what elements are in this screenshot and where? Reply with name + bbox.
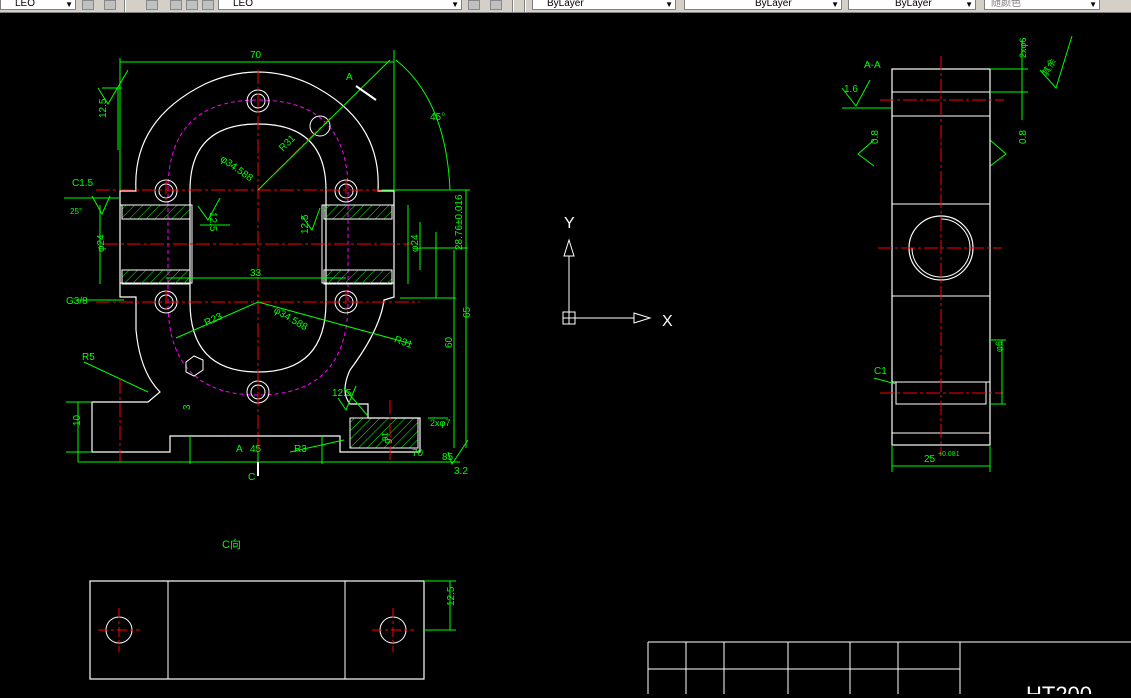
label-c: C <box>248 472 255 483</box>
label-angle-25: 25° <box>70 207 82 216</box>
layers-icon[interactable] <box>146 0 158 10</box>
layer-name-value: LEO <box>233 0 254 9</box>
chevron-down-icon: ▼ <box>451 0 459 9</box>
hex-nut <box>185 355 204 377</box>
roughness-mid-label: 12.5 <box>300 214 311 234</box>
dim-r5: R5 <box>82 352 95 363</box>
section-label: A-A <box>864 60 881 71</box>
section-roughness-top: 1.6 <box>844 84 858 95</box>
title-block-material: HT200 <box>1026 682 1092 694</box>
section-arrow <box>355 85 377 101</box>
section-rest-label: 其余 <box>1039 56 1058 77</box>
hatch-left-bottom <box>121 269 191 285</box>
cad-drawing[interactable]: 70 12.5 A 45° φ34.588 R31 C1.5 25° φ24 φ… <box>0 13 1131 698</box>
chevron-down-icon: ▼ <box>965 0 973 9</box>
chevron-down-icon: ▼ <box>1089 0 1097 9</box>
bottom-view-title: C向 <box>222 537 241 551</box>
dim-85: 85 <box>442 452 454 463</box>
layer-dropdown[interactable]: LEO ▼ <box>0 0 76 10</box>
dim-r23: R23 <box>203 311 225 329</box>
center-lines <box>96 70 420 462</box>
hatch-right-bottom <box>323 269 393 285</box>
bolt-hole <box>309 115 331 137</box>
layer-value: LEO <box>15 0 36 9</box>
lock-icon[interactable] <box>202 0 214 10</box>
dim-top-width: 70 <box>250 50 262 61</box>
color-dropdown[interactable]: ByLayer ▼ <box>532 0 676 10</box>
bottom-view-dim: 12.5 <box>446 586 457 606</box>
dim-bore-left: φ24 <box>96 234 107 252</box>
dim-bolt-circle: φ34.588 <box>218 154 255 185</box>
dim-height-tol: 28.76±0.016 <box>454 194 465 250</box>
roughness-base-label: 12.5 <box>332 388 352 399</box>
dim-height-65: 65 <box>462 306 473 318</box>
title-block: HT200 <box>647 641 1131 698</box>
hatch-right-top <box>323 204 393 220</box>
linetype-value: ByLayer <box>755 0 792 9</box>
linetype-dropdown[interactable]: ByLayer ▼ <box>684 0 842 10</box>
layer-previous-icon[interactable] <box>82 0 94 10</box>
section-2xphi6: 2xφ6 <box>1018 38 1028 58</box>
ucs-x-label: X <box>662 313 673 330</box>
dim-slot: 2xφ7 <box>430 418 450 428</box>
dim-left-height: 12.5 <box>98 98 109 118</box>
dim-3: 3 <box>182 404 193 410</box>
dim-bolt-circle-2: φ34.588 <box>272 305 310 333</box>
ucs-y-label: Y <box>564 215 575 232</box>
layer-states-icon[interactable] <box>490 0 502 10</box>
dim-70-bottom: 70 <box>412 448 424 459</box>
drawing-canvas[interactable]: 70 12.5 A 45° φ34.588 R31 C1.5 25° φ24 φ… <box>0 13 1131 698</box>
dim-height-60: 60 <box>444 336 455 348</box>
plotstyle-dropdown[interactable]: 随颜色 ▼ <box>984 0 1100 10</box>
label-chamfer: C1.5 <box>72 178 94 189</box>
dim-16: 16 <box>380 432 389 441</box>
label-a-bottom: A <box>236 444 243 455</box>
lineweight-value: ByLayer <box>895 0 932 9</box>
dim-angle: 45° <box>430 112 445 123</box>
chevron-down-icon: ▼ <box>665 0 673 9</box>
toolbar-separator <box>124 0 126 12</box>
dim-bore-right: φ24 <box>410 234 421 252</box>
hatch-left-top <box>121 204 191 220</box>
make-current-icon[interactable] <box>468 0 480 10</box>
ucs-icon: Y X <box>562 215 673 330</box>
color-value: ByLayer <box>547 0 584 9</box>
roughness-marks <box>91 35 1073 466</box>
bottom-view: C向 12.5 <box>89 537 457 680</box>
section-chamfer: C1 <box>874 366 887 377</box>
section-roughness-right: 0.8 <box>1018 130 1029 144</box>
chevron-down-icon: ▼ <box>831 0 839 9</box>
section-roughness-left: 0.8 <box>870 130 881 144</box>
dim-base-10: 10 <box>72 414 83 426</box>
plotstyle-value: 随颜色 <box>991 0 1021 9</box>
toolbar-separator <box>524 0 526 12</box>
section-view: A-A 1.6 2xφ6 其余 0.8 0.8 φ6 C1 25 +0.081 <box>842 38 1058 472</box>
dimension-lines <box>64 50 470 470</box>
roughness-bottom-label: 3.2 <box>454 466 468 477</box>
dim-r3: R3 <box>294 444 307 455</box>
roughness-top-label: 12.5 <box>207 212 218 232</box>
layer-name-dropdown[interactable]: LEO ▼ <box>218 0 462 10</box>
dim-r31-top: R31 <box>277 133 298 154</box>
properties-toolbar: LEO ▼ LEO ▼ ByLayer ▼ ByLayer ▼ ByLayer ▼ 随颜色… <box>0 0 1131 13</box>
section-width-tol: +0.081 <box>938 451 960 458</box>
label-section-a: A <box>346 72 353 83</box>
dim-center-spacing: 33 <box>250 268 262 279</box>
section-side-dim: φ6 <box>994 341 1004 352</box>
section-width: 25 <box>924 454 936 465</box>
chevron-down-icon: ▼ <box>65 0 73 9</box>
lineweight-dropdown[interactable]: ByLayer ▼ <box>848 0 976 10</box>
dim-45: 45 <box>250 444 262 455</box>
toolbar-separator <box>512 0 514 12</box>
label-thread: G3/8 <box>66 296 88 307</box>
main-view: 70 12.5 A 45° φ34.588 R31 C1.5 25° φ24 φ… <box>64 35 1073 483</box>
sun-icon[interactable] <box>186 0 198 10</box>
dim-r31-bottom: R31 <box>393 334 414 351</box>
layer-manager-icon[interactable] <box>104 0 116 10</box>
bulb-icon[interactable] <box>170 0 182 10</box>
